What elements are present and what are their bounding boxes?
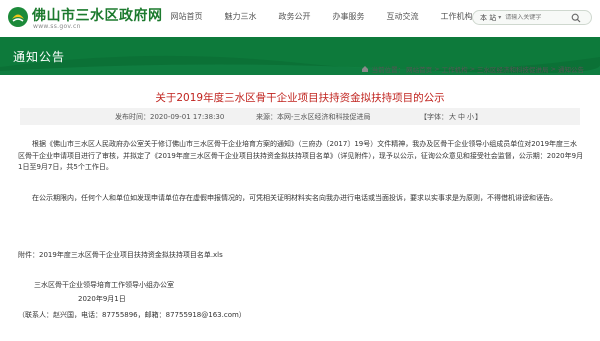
search-icon[interactable] xyxy=(571,13,581,23)
breadcrumb-agencies[interactable]: 工作机构 xyxy=(442,64,468,74)
font-label-close: 】 xyxy=(475,113,482,121)
nav-item-gov-open[interactable]: 政务公开 xyxy=(271,11,318,22)
site-name[interactable]: 佛山市三水区政府网 xyxy=(32,5,163,25)
breadcrumb-separator: > xyxy=(469,65,476,73)
breadcrumb: 当前位置： 网站首页 > 工作机构 > 三水区经济和科技促进局 > 通知公告 xyxy=(361,64,586,74)
breadcrumb-separator: > xyxy=(434,65,440,73)
search-box: 本 站 ▾ xyxy=(472,10,592,25)
search-scope-select[interactable]: 本 站 xyxy=(473,13,496,23)
font-size-medium-button[interactable]: 中 xyxy=(458,113,465,121)
main-nav: 网站首页 魅力三水 政务公开 办事服务 互动交流 工作机构 xyxy=(163,11,487,22)
publish-date: 发布时间：2020-09-01 17:38:30 xyxy=(115,113,225,121)
breadcrumb-prefix: 当前位置： xyxy=(371,66,405,74)
breadcrumb-notices[interactable]: 通知公告 xyxy=(558,64,584,74)
font-size-large-button[interactable]: 大 xyxy=(449,113,456,121)
article-source: 来源：本网-三水区经济和科技促进局 xyxy=(256,113,371,121)
article-title: 关于2019年度三水区骨干企业项目扶持资金拟扶持项目的公示 xyxy=(155,92,445,104)
site-header: 佛山市三水区政府网 www.ss.gov.cn 网站首页 魅力三水 政务公开 办… xyxy=(0,0,600,37)
article-paragraph-2: 在公示期限内，任何个人和单位如发现申请单位存在虚假申报情况的，可凭相关证明材料实… xyxy=(32,194,557,202)
article-paragraph-1: 根据《佛山市三水区人民政府办公室关于修订佛山市三水区骨干企业培育方案的通知》（三… xyxy=(18,140,584,171)
font-label: 【字体： xyxy=(420,113,448,121)
attachment-link[interactable]: 附件：2019年度三水区骨干企业项目扶持资金拟扶持项目名单.xls xyxy=(18,250,223,260)
section-title: 通知公告 xyxy=(13,50,66,64)
font-size-small-button[interactable]: 小 xyxy=(467,113,474,121)
site-url: www.ss.gov.cn xyxy=(33,23,81,30)
nav-item-charm[interactable]: 魅力三水 xyxy=(217,11,264,22)
signature-office: 三水区骨干企业领导培育工作领导小组办公室 xyxy=(34,281,174,289)
article-meta-bar: 发布时间：2020-09-01 17:38:30 来源：本网-三水区经济和科技促… xyxy=(20,108,580,125)
breadcrumb-separator: > xyxy=(550,65,556,73)
search-input[interactable] xyxy=(505,14,570,21)
breadcrumb-home[interactable]: 网站首页 xyxy=(406,64,432,74)
nav-item-home[interactable]: 网站首页 xyxy=(163,11,210,22)
breadcrumb-bureau[interactable]: 三水区经济和科技促进局 xyxy=(477,64,549,74)
chevron-down-icon[interactable]: ▾ xyxy=(498,14,501,21)
logo-icon xyxy=(8,7,28,27)
contact-info: （联系人：赵兴国，电话：87755896，邮箱：87755918@163.com… xyxy=(18,311,246,319)
signature-date: 2020年9月1日 xyxy=(78,295,126,303)
nav-item-services[interactable]: 办事服务 xyxy=(325,11,372,22)
home-icon xyxy=(361,66,368,72)
font-size-control: 【字体：大中小】 xyxy=(420,112,482,122)
nav-item-interaction[interactable]: 互动交流 xyxy=(379,11,426,22)
